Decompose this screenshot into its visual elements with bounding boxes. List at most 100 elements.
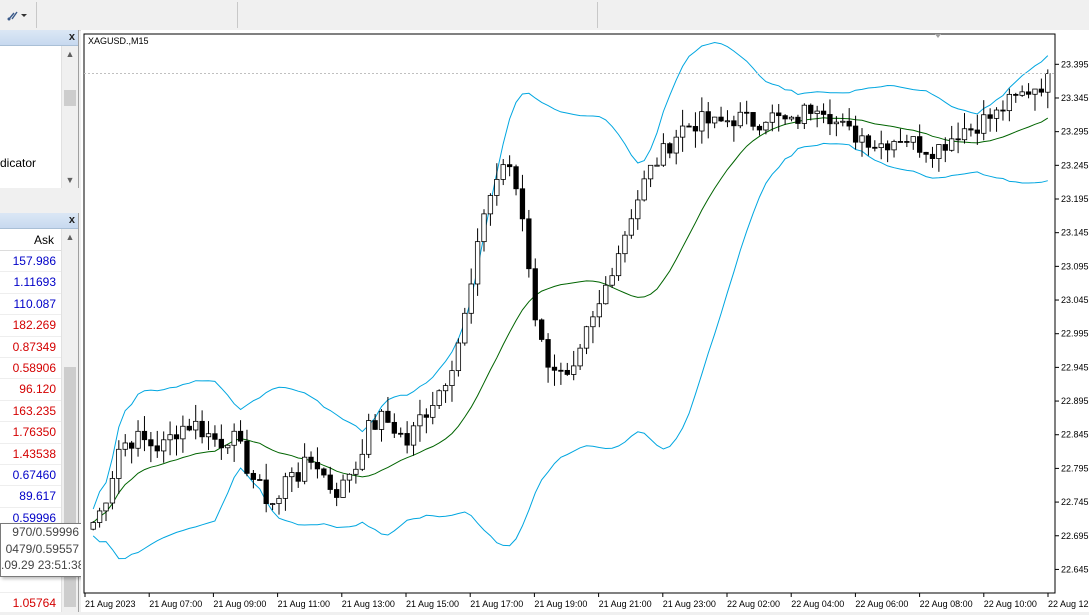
ask-cell[interactable]: 157.986 xyxy=(0,251,62,273)
scroll-down-icon[interactable]: ▼ xyxy=(62,172,78,188)
candle-body xyxy=(1000,109,1006,112)
market-watch-close-button[interactable]: x xyxy=(69,213,75,228)
candle-body xyxy=(705,111,711,124)
ask-cell[interactable]: 0.67460 xyxy=(0,465,62,487)
navigator-scroll-thumb[interactable] xyxy=(64,90,76,106)
y-tick-label: 23.245 xyxy=(1061,160,1089,170)
candle-body xyxy=(135,430,141,449)
ask-cell[interactable]: 0.87349 xyxy=(0,337,62,358)
candle-body xyxy=(321,468,327,476)
y-tick-label: 22.645 xyxy=(1061,564,1089,574)
candle-body xyxy=(974,129,980,134)
candle-body xyxy=(372,420,378,430)
candle-body xyxy=(430,405,436,418)
candle-body xyxy=(596,303,602,318)
candle-body xyxy=(532,268,538,321)
candle-body xyxy=(295,472,301,482)
candle-body xyxy=(660,143,667,166)
candle-body xyxy=(583,326,590,349)
toolbar xyxy=(0,0,1089,31)
ask-cell[interactable]: 96.120 xyxy=(0,379,62,401)
ask-cell[interactable]: 0.58906 xyxy=(0,358,62,380)
x-tick-label: 22 Aug 06:00 xyxy=(855,599,908,609)
x-tick-label: 22 Aug 12:00 xyxy=(1048,599,1089,609)
ask-cell[interactable]: 1.76350 xyxy=(0,422,62,444)
x-tick-label: 21 Aug 2023 xyxy=(85,599,136,609)
candle-body xyxy=(949,138,955,151)
candle-body xyxy=(750,112,756,127)
candle-body xyxy=(186,425,192,431)
price-chart[interactable]: XAGUSD.,M15 23.395 23.345 23.295 23.245 23.19… xyxy=(81,30,1089,612)
navigator-item-label[interactable]: dicator xyxy=(0,156,36,170)
ask-header-label: Ask xyxy=(33,233,54,247)
x-tick-label: 22 Aug 10:00 xyxy=(984,599,1037,609)
candle-body xyxy=(590,316,596,328)
line-tools-icon[interactable] xyxy=(2,4,32,26)
candle-body xyxy=(167,434,173,441)
candle-body xyxy=(884,143,891,151)
candle-body xyxy=(712,116,718,124)
navigator-scrollbar[interactable]: ▲ ▼ xyxy=(61,46,78,188)
candle-body xyxy=(513,166,519,190)
candle-body xyxy=(481,213,487,243)
candle-body xyxy=(865,135,872,148)
candle-body xyxy=(756,125,763,131)
candle-body xyxy=(1032,88,1038,95)
ask-cell[interactable]: 1.11693 xyxy=(0,272,62,294)
chart-window[interactable]: XAGUSD.,M15 23.395 23.345 23.295 23.245 23.19… xyxy=(81,30,1089,612)
candle-body xyxy=(173,434,180,440)
candle-body xyxy=(1025,91,1032,95)
candle-body xyxy=(827,114,833,125)
plot-area xyxy=(83,33,1056,594)
ask-cell[interactable]: 89.617 xyxy=(0,486,62,508)
y-tick-label: 22.995 xyxy=(1061,329,1089,339)
x-tick-label: 21 Aug 11:00 xyxy=(278,599,330,609)
candle-body xyxy=(129,442,135,449)
candle-body xyxy=(340,479,346,498)
candle-body xyxy=(577,347,583,367)
ask-cell[interactable]: 1.05764 xyxy=(0,593,62,612)
candle-body xyxy=(404,433,410,446)
scroll-up-icon[interactable]: ▲ xyxy=(62,229,78,245)
x-tick-label: 22 Aug 02:00 xyxy=(727,599,780,609)
x-tick-label: 22 Aug 08:00 xyxy=(920,599,973,609)
candle-body xyxy=(551,366,558,371)
candle-body xyxy=(391,421,397,434)
ask-cell[interactable]: 163.235 xyxy=(0,401,62,423)
x-tick-label: 21 Aug 19:00 xyxy=(534,599,587,609)
candle-body xyxy=(545,339,551,368)
candle-body xyxy=(782,115,788,120)
candle-body xyxy=(942,144,948,151)
candle-body xyxy=(423,414,429,418)
candle-body xyxy=(923,151,929,155)
ask-column-header[interactable]: Ask xyxy=(0,230,62,251)
candle-body xyxy=(398,432,404,435)
candle-body xyxy=(846,120,852,127)
scroll-up-icon[interactable]: ▲ xyxy=(62,46,78,62)
candle-body xyxy=(539,319,545,340)
candle-body xyxy=(814,110,820,114)
chart-title: XAGUSD.,M15 xyxy=(88,36,149,46)
candle-body xyxy=(442,385,449,392)
candle-body xyxy=(968,128,974,131)
navigator-close-button[interactable]: x xyxy=(69,30,75,45)
candle-body xyxy=(635,199,641,220)
candle-body xyxy=(628,218,635,236)
candle-body xyxy=(244,440,250,474)
x-tick-label: 22 Aug 04:00 xyxy=(791,599,844,609)
candle-body xyxy=(993,109,1000,119)
candle-body xyxy=(455,342,462,372)
candle-body xyxy=(212,433,218,440)
y-tick-label: 22.845 xyxy=(1061,430,1089,440)
candle-body xyxy=(1013,93,1019,96)
ask-cell[interactable]: 1.43538 xyxy=(0,444,62,465)
candle-body xyxy=(353,468,359,475)
candle-body xyxy=(301,456,308,482)
candle-body xyxy=(231,430,237,446)
candle-body xyxy=(327,474,333,490)
candle-body xyxy=(936,144,942,159)
ask-cell[interactable]: 182.269 xyxy=(0,315,62,337)
ask-cell[interactable]: 110.087 xyxy=(0,294,62,316)
x-tick-label: 21 Aug 07:00 xyxy=(149,599,202,609)
candle-body xyxy=(218,438,224,449)
